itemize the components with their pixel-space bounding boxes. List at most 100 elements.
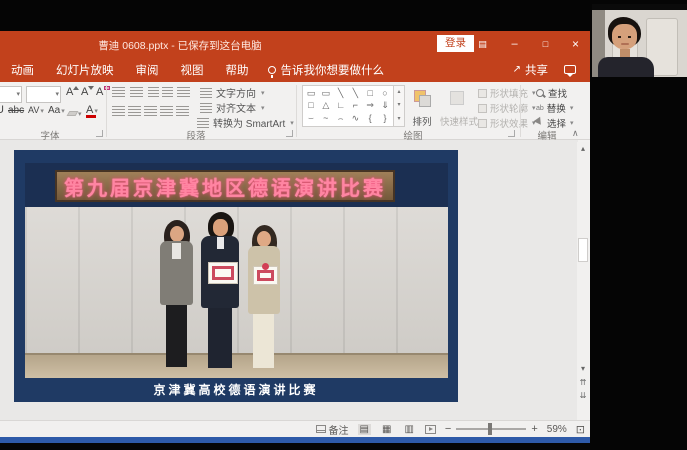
shape-glyph[interactable]: ⇓	[379, 100, 391, 111]
find-button[interactable]: 查找	[536, 86, 567, 100]
shape-glyph[interactable]: ⇒	[364, 100, 376, 111]
slideshow-button[interactable]	[425, 425, 436, 434]
slide-canvas[interactable]: 第九届京津冀地区德语演讲比赛	[0, 140, 578, 420]
scroll-down-icon[interactable]: ▾	[577, 364, 589, 373]
shape-fill-label: 形状填充	[490, 86, 528, 100]
chevron-down-icon: ▾	[261, 104, 265, 112]
drawing-dialog-launcher[interactable]	[508, 130, 515, 137]
title-bar: 曹迪 0608.pptx - 已保存到这台电脑 登录 ▤ – □ ×	[0, 31, 590, 57]
shape-glyph[interactable]: {	[364, 113, 376, 124]
zoom-in-button[interactable]: +	[531, 423, 537, 435]
shrink-font-button[interactable]: A	[81, 86, 94, 98]
zoom-out-button[interactable]: −	[445, 423, 451, 435]
shape-glyph[interactable]: ∿	[349, 113, 361, 124]
shape-glyph[interactable]: ⌢	[335, 113, 347, 124]
share-button[interactable]: ↗ 共享	[513, 62, 548, 78]
shape-glyph[interactable]: ╲	[335, 88, 347, 99]
collapse-ribbon-icon[interactable]: ∧	[572, 128, 579, 139]
tab-help[interactable]: 帮助	[215, 62, 260, 78]
minimize-icon: –	[511, 38, 517, 50]
slide-sorter-view-button[interactable]: ▦	[380, 424, 393, 435]
indent-increase-icon[interactable]	[162, 87, 173, 98]
bullets-icon[interactable]	[112, 87, 125, 98]
shape-glyph[interactable]: ○	[379, 88, 391, 99]
font-name-combo[interactable]: ▾	[0, 86, 22, 103]
text-direction-button[interactable]: 文字方向 ▾	[200, 85, 265, 100]
slide[interactable]: 第九届京津冀地区德语演讲比赛	[14, 150, 458, 402]
font-size-combo[interactable]: ▾	[26, 86, 61, 103]
close-button[interactable]: ×	[561, 31, 590, 57]
normal-view-button[interactable]: ▤	[358, 424, 371, 435]
comments-icon[interactable]	[564, 65, 576, 74]
vertical-scrollbar[interactable]: ▴ ▾ ⇈ ⇊	[577, 142, 589, 420]
shape-glyph[interactable]: ⌐	[349, 100, 361, 111]
tab-view[interactable]: 视图	[170, 62, 215, 78]
minimize-button[interactable]: –	[500, 31, 529, 57]
align-center-icon[interactable]	[128, 106, 141, 117]
shape-glyph[interactable]: ▭	[320, 88, 332, 99]
highlighter-icon	[67, 111, 79, 116]
shape-glyph[interactable]: }	[379, 113, 391, 124]
shape-outline-label: 形状轮廓	[490, 101, 528, 115]
indent-decrease-icon[interactable]	[148, 87, 159, 98]
shape-glyph[interactable]: △	[320, 100, 332, 111]
maximize-button[interactable]: □	[531, 31, 560, 57]
gallery-scroll-up-icon[interactable]: ▴	[394, 86, 404, 99]
scroll-up-icon[interactable]: ▴	[577, 144, 589, 153]
zoom-slider-thumb[interactable]	[488, 423, 492, 435]
shape-glyph[interactable]: ╲	[349, 88, 361, 99]
shape-glyph[interactable]: ∟	[335, 100, 347, 111]
change-case-button[interactable]: Aa▾	[48, 105, 65, 116]
next-slide-icon[interactable]: ⇊	[577, 391, 589, 400]
clear-formatting-icon: A	[96, 86, 103, 98]
zoom-level[interactable]: 59%	[547, 424, 567, 435]
scrollbar-thumb[interactable]	[578, 238, 588, 262]
certificate-middle	[208, 262, 238, 284]
font-dialog-launcher[interactable]	[96, 130, 103, 137]
webcam-video[interactable]	[592, 4, 687, 77]
replace-button[interactable]: ab 替换 ▾	[536, 101, 573, 115]
justify-icon[interactable]	[160, 106, 173, 117]
shape-glyph[interactable]: □	[305, 100, 317, 111]
columns-icon[interactable]	[176, 106, 189, 117]
clear-formatting-button[interactable]: A	[96, 86, 110, 98]
tab-animations[interactable]: 动画	[0, 62, 45, 78]
strikethrough-button[interactable]: abc	[8, 105, 24, 116]
tab-slideshow[interactable]: 幻灯片放映	[45, 62, 125, 78]
fit-to-window-icon[interactable]: ⊡	[576, 423, 585, 436]
numbering-icon[interactable]	[130, 87, 143, 98]
shape-fill-button[interactable]: 形状填充 ▾	[478, 86, 536, 100]
grow-font-button[interactable]: A	[66, 86, 79, 98]
align-text-button[interactable]: 对齐文本 ▾	[200, 100, 265, 115]
shape-glyph[interactable]: ~	[320, 113, 332, 124]
notes-button[interactable]: 备注	[316, 422, 349, 437]
text-highlight-button[interactable]: ▾	[68, 107, 82, 119]
tab-review[interactable]: 审阅	[125, 62, 170, 78]
previous-slide-icon[interactable]: ⇈	[577, 378, 589, 387]
screen-share-stage: 曹迪 0608.pptx - 已保存到这台电脑 登录 ▤ – □ × 动画 幻灯…	[0, 0, 687, 450]
align-right-icon[interactable]	[144, 106, 157, 117]
maximize-icon: □	[543, 39, 548, 49]
zoom-slider[interactable]	[456, 428, 526, 430]
gallery-more-icon[interactable]: ▾	[394, 113, 404, 126]
font-color-button[interactable]: A▾	[86, 104, 98, 116]
underline-button[interactable]: U	[0, 104, 4, 116]
shape-glyph[interactable]: □	[364, 88, 376, 99]
tell-me-box[interactable]: 告诉我你想要做什么	[268, 62, 385, 78]
person-middle-shirt	[217, 237, 224, 249]
line-spacing-icon[interactable]	[177, 87, 190, 98]
ribbon-display-options-button[interactable]: ▤	[468, 31, 497, 57]
align-left-icon[interactable]	[112, 106, 125, 117]
shape-glyph[interactable]: ▭	[305, 88, 317, 99]
character-spacing-button[interactable]: AV▾	[28, 105, 44, 115]
shape-outline-button[interactable]: 形状轮廓 ▾	[478, 101, 536, 115]
award-photo[interactable]: 第九届京津冀地区德语演讲比赛	[25, 163, 448, 378]
text-direction-icon	[200, 88, 212, 98]
person-middle-legs	[208, 308, 232, 368]
shape-glyph[interactable]: ⌣	[305, 113, 317, 124]
arrange-button[interactable]: 排列	[404, 84, 440, 128]
gallery-scroll-down-icon[interactable]: ▾	[394, 99, 404, 112]
quick-styles-button[interactable]: 快速样式	[438, 84, 480, 128]
paragraph-dialog-launcher[interactable]	[286, 130, 293, 137]
reading-view-button[interactable]: ▥	[402, 424, 415, 435]
